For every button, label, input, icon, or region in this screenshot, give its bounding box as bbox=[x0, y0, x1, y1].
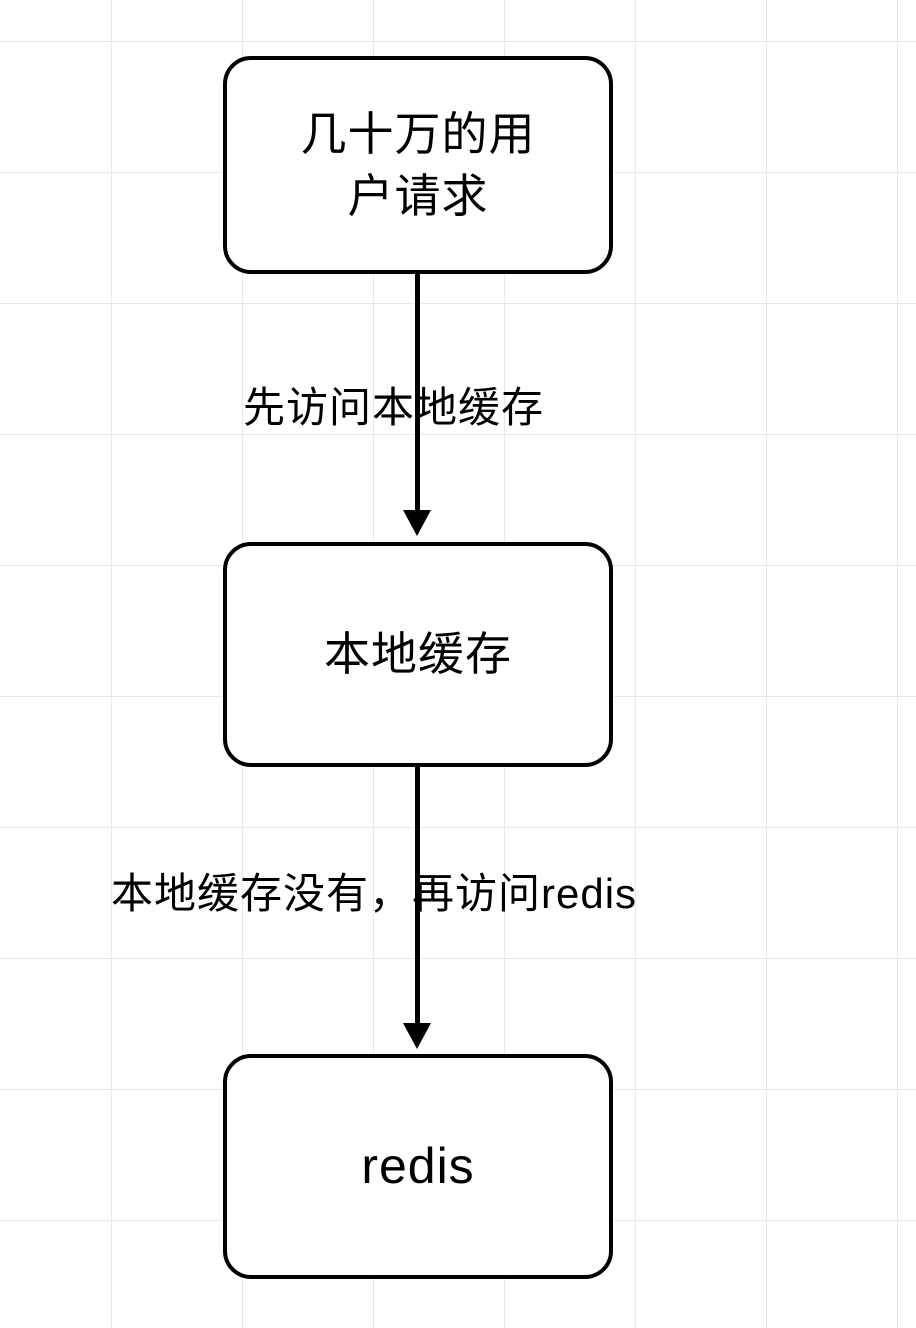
node-requests-label: 几十万的用户请求 bbox=[301, 103, 536, 227]
edge-2-label: 本地缓存没有，再访问redis bbox=[111, 860, 637, 921]
node-redis-label: redis bbox=[361, 1133, 474, 1201]
node-local-cache: 本地缓存 bbox=[223, 542, 613, 767]
node-local-cache-label: 本地缓存 bbox=[324, 623, 512, 685]
edge-1-label: 先访问本地缓存 bbox=[243, 374, 544, 435]
diagram-canvas: 几十万的用户请求 先访问本地缓存 本地缓存 本地缓存没有，再访问redis re… bbox=[0, 0, 916, 1328]
edge-2-arrowhead bbox=[403, 1023, 431, 1049]
edge-1-arrowhead bbox=[403, 510, 431, 536]
node-redis: redis bbox=[223, 1054, 613, 1279]
node-requests: 几十万的用户请求 bbox=[223, 56, 613, 274]
